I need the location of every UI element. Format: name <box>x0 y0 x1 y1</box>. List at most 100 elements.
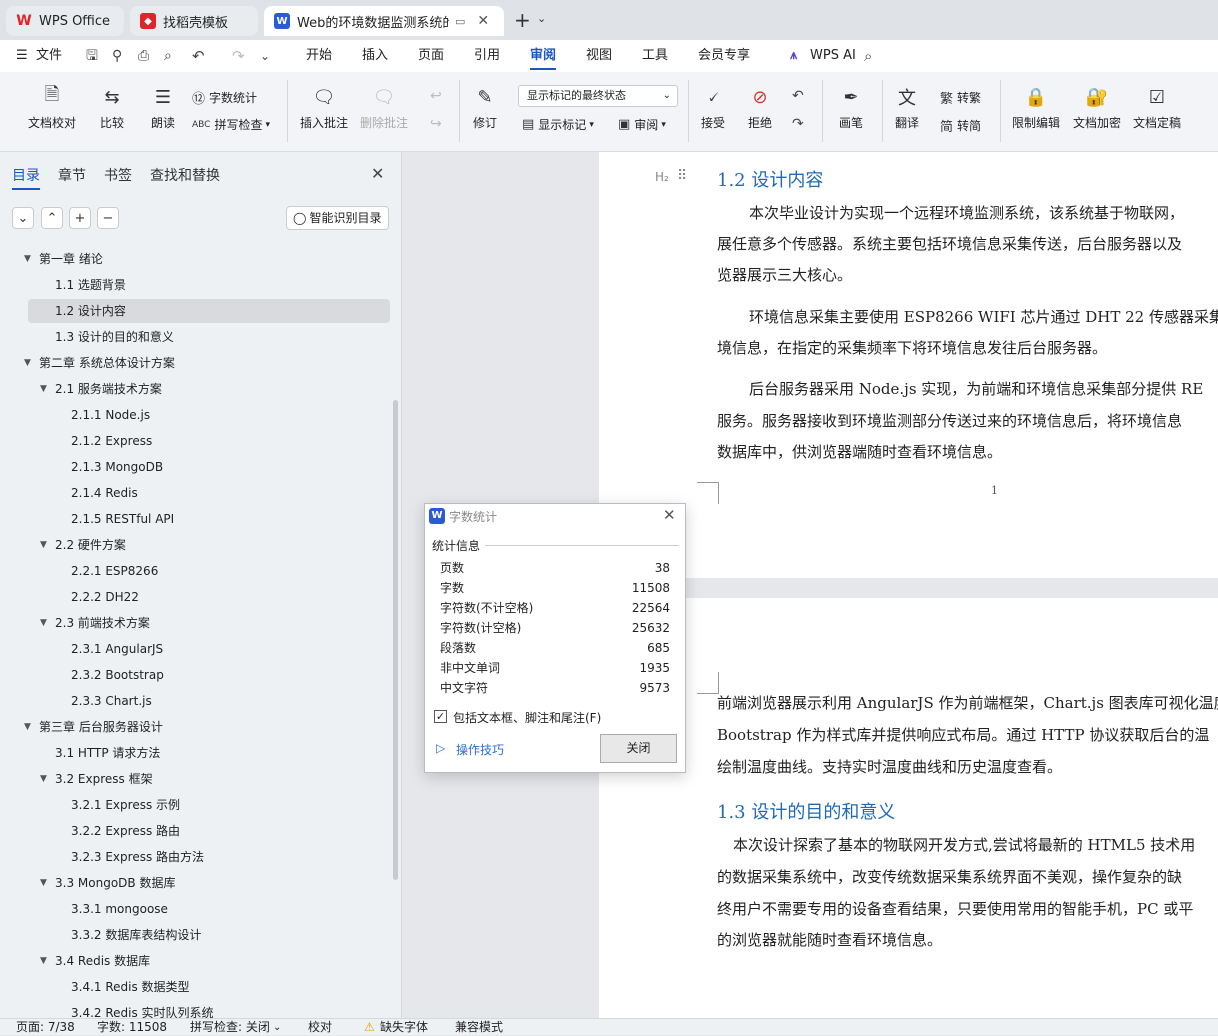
close-button[interactable]: 关闭 <box>600 734 677 763</box>
close-dialog-icon[interactable]: ✕ <box>663 506 676 524</box>
redo-icon[interactable]: ↷ <box>232 40 245 72</box>
toc-item[interactable]: 2.3.1 AngularJS <box>28 637 163 661</box>
prev-change-icon[interactable]: ↶ <box>792 88 804 104</box>
spell-check-status[interactable]: 拼写检查: 关闭 <box>190 1019 270 1036</box>
doc-check-button[interactable]: 🗎 文档校对 <box>28 84 76 131</box>
to-simplified-button[interactable]: 简 转简 <box>940 116 981 135</box>
toc-item[interactable]: 3.3.1 mongoose <box>28 897 168 921</box>
tab-wps-office[interactable]: W WPS Office <box>6 6 124 36</box>
proof-status[interactable]: 校对 <box>308 1019 332 1036</box>
show-markup-button[interactable]: ▤ 显示标记 ▾ <box>522 116 594 133</box>
tab-sections[interactable]: 章节 <box>58 165 86 185</box>
toc-item[interactable]: 2.2 硬件方案 <box>28 533 126 557</box>
toc-item[interactable]: 3.3.2 数据库表结构设计 <box>28 923 201 947</box>
menu-view[interactable]: 视图 <box>586 40 612 72</box>
tab-docer-templates[interactable]: ◆ 找稻壳模板 <box>130 6 258 36</box>
to-traditional-button[interactable]: 繁 转繁 <box>940 88 981 107</box>
toc-item[interactable]: 2.2.2 DH22 <box>28 585 139 609</box>
link-icon[interactable]: ⚲ <box>112 40 122 72</box>
menu-wps-ai[interactable]: WPS AI <box>810 40 856 72</box>
toc-item[interactable]: 2.1.3 MongoDB <box>28 455 163 479</box>
tab-toc[interactable]: 目录 <box>12 165 40 190</box>
toc-item[interactable]: 3.2.1 Express 示例 <box>28 793 180 817</box>
finalize-button[interactable]: ☑ 文档定稿 <box>1133 84 1181 131</box>
word-count-button[interactable]: ⑫ 字数统计 <box>192 88 257 107</box>
tab-bookmarks[interactable]: 书签 <box>104 165 132 185</box>
read-aloud-button[interactable]: ☰ 朗读 <box>150 84 176 131</box>
smart-toc-button[interactable]: ◯ 智能识别目录 <box>286 206 389 230</box>
toc-item[interactable]: 第三章 后台服务器设计 <box>28 715 163 739</box>
chevron-down-icon[interactable]: ⌄ <box>273 1019 281 1036</box>
prev-comment-icon[interactable]: ↩ <box>430 88 442 104</box>
accept-button[interactable]: 🗸 接受 <box>700 84 726 131</box>
tab-find-replace[interactable]: 查找和替换 <box>150 165 220 185</box>
undo-icon[interactable]: ↶ <box>192 40 205 72</box>
tab-list-chevron-icon[interactable]: ⌄ <box>537 12 546 25</box>
menu-member[interactable]: 会员专享 <box>698 40 750 72</box>
toc-item[interactable]: 3.2 Express 框架 <box>28 767 153 791</box>
menu-file[interactable]: 文件 <box>36 40 62 72</box>
next-change-icon[interactable]: ↷ <box>792 116 804 132</box>
toc-item[interactable]: 第一章 绪论 <box>28 247 103 271</box>
search-icon[interactable]: ⌕ <box>864 40 872 72</box>
pen-button[interactable]: ✒ 画笔 <box>838 84 864 131</box>
toc-item[interactable]: 1.3 设计的目的和意义 <box>28 325 174 349</box>
toc-scrollbar[interactable] <box>393 400 398 880</box>
menu-page[interactable]: 页面 <box>418 40 444 72</box>
quick-access-chevron-icon[interactable]: ⌄ <box>260 40 270 72</box>
menu-tools[interactable]: 工具 <box>642 40 668 72</box>
compare-button[interactable]: ⇆ 比较 <box>99 84 125 131</box>
toc-item[interactable]: 1.1 选题背景 <box>28 273 126 297</box>
add-heading-button[interactable]: + <box>69 207 91 229</box>
close-pane-icon[interactable]: ✕ <box>371 164 384 183</box>
menu-insert[interactable]: 插入 <box>362 40 388 72</box>
toc-item[interactable]: 3.2.3 Express 路由方法 <box>28 845 204 869</box>
toc-item[interactable]: 1.2 设计内容 <box>28 299 390 323</box>
restrict-editing-button[interactable]: 🔒 限制编辑 <box>1012 84 1060 131</box>
toc-item[interactable]: 2.1.1 Node.js <box>28 403 150 427</box>
toc-item[interactable]: 2.1 服务端技术方案 <box>28 377 162 401</box>
menu-references[interactable]: 引用 <box>474 40 500 72</box>
toc-item[interactable]: 2.2.1 ESP8266 <box>28 559 158 583</box>
close-tab-icon[interactable]: ✕ <box>477 13 489 29</box>
screen-icon[interactable]: ▭ <box>455 15 465 28</box>
print-preview-icon[interactable]: ⌕ <box>164 40 172 72</box>
new-tab-plus-icon[interactable]: + <box>514 8 531 32</box>
encrypt-button[interactable]: 🔐 文档加密 <box>1073 84 1121 131</box>
hamburger-menu-icon[interactable]: ☰ <box>16 40 28 72</box>
toc-item[interactable]: 3.4 Redis 数据库 <box>28 949 150 973</box>
toc-item[interactable]: 3.1 HTTP 请求方法 <box>28 741 160 765</box>
remove-heading-button[interactable]: − <box>97 207 119 229</box>
toc-item[interactable]: 第二章 系统总体设计方案 <box>28 351 175 375</box>
save-icon[interactable]: 🖫 <box>86 40 98 72</box>
translate-button[interactable]: 文 翻译 <box>894 84 920 131</box>
missing-font-status[interactable]: 缺失字体 <box>380 1019 428 1036</box>
toc-item[interactable]: 2.1.2 Express <box>28 429 152 453</box>
toc-item[interactable]: 2.3.3 Chart.js <box>28 689 152 713</box>
track-changes-button[interactable]: ✎ 修订 <box>472 84 498 131</box>
expand-up-button[interactable]: ⌃ <box>41 207 63 229</box>
next-comment-icon[interactable]: ↪ <box>430 116 442 132</box>
include-footnotes-checkbox[interactable]: ✓ <box>434 710 447 723</box>
drag-handle-icon[interactable]: ⠿ <box>677 168 687 184</box>
toc-item[interactable]: 2.1.4 Redis <box>28 481 138 505</box>
toc-item[interactable]: 2.3 前端技术方案 <box>28 611 150 635</box>
spell-check-button[interactable]: ABC 拼写检查 ▾ <box>192 116 270 133</box>
toc-item[interactable]: 3.4.1 Redis 数据类型 <box>28 975 190 999</box>
collapse-down-button[interactable]: ⌄ <box>12 207 34 229</box>
insert-comment-button[interactable]: 🗨 插入批注 <box>300 84 348 131</box>
review-pane-button[interactable]: ▣ 审阅 ▾ <box>618 116 666 133</box>
menu-start[interactable]: 开始 <box>306 40 332 72</box>
tips-link[interactable]: 操作技巧 <box>456 741 504 758</box>
markup-state-select[interactable]: 显示标记的最终状态 ⌄ <box>518 85 678 107</box>
menu-review[interactable]: 审阅 <box>530 40 557 72</box>
toc-item[interactable]: 3.2.2 Express 路由 <box>28 819 180 843</box>
delete-comment-button[interactable]: 🗨 删除批注 <box>360 84 408 131</box>
page-indicator[interactable]: 页面: 7/38 <box>16 1019 75 1036</box>
toc-item[interactable]: 2.1.5 RESTful API <box>28 507 174 531</box>
print-icon[interactable]: ⎙ <box>138 40 149 72</box>
word-count-status[interactable]: 字数: 11508 <box>97 1019 167 1036</box>
reject-button[interactable]: ⊘ 拒绝 <box>747 84 773 131</box>
tab-document[interactable]: W Web的环境数据监测系统的设 ▭ ✕ <box>264 6 504 36</box>
toc-item[interactable]: 3.3 MongoDB 数据库 <box>28 871 175 895</box>
